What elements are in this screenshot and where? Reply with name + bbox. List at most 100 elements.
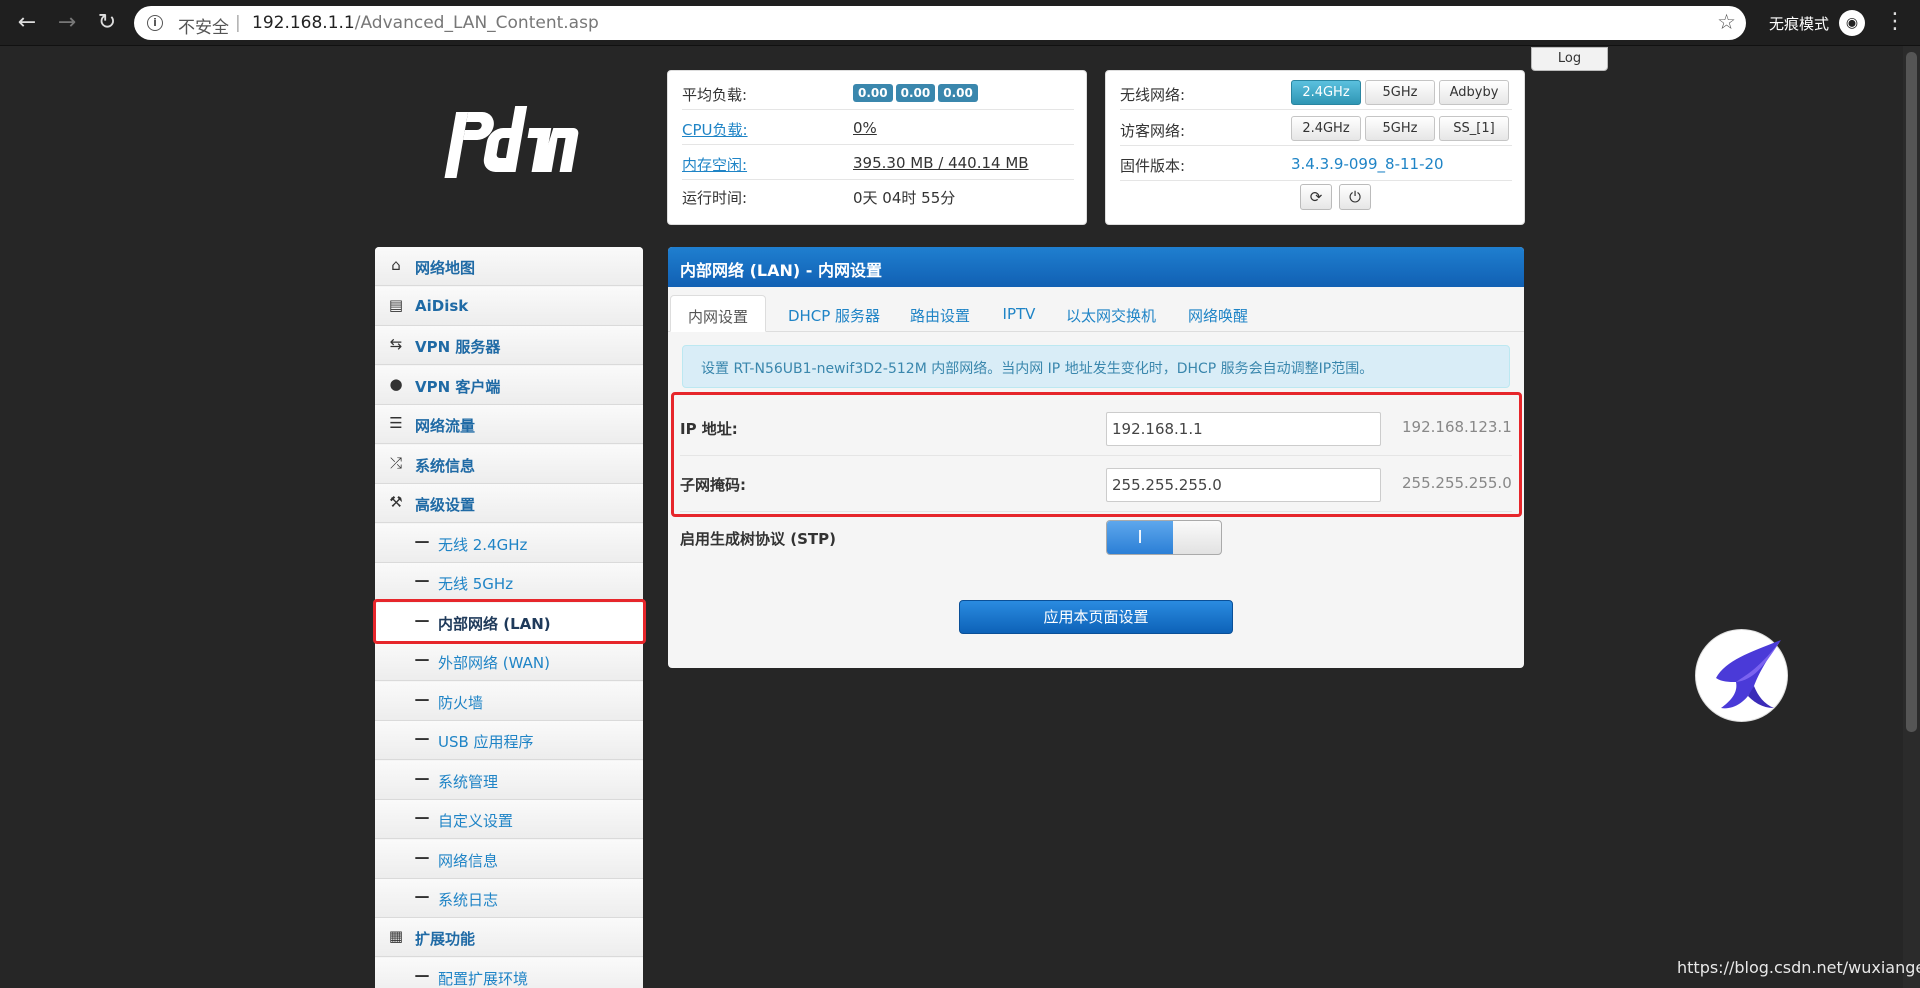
firmware-label: 固件版本:	[1120, 157, 1186, 175]
system-status-panel: 平均负载: 0.00 0.00 0.00 CPU负载: 0% 内存空闲: 395.3…	[667, 70, 1087, 225]
uptime-label: 运行时间:	[682, 189, 748, 207]
firmware-value[interactable]: 3.4.3.9-099_8-11-20	[1291, 155, 1444, 173]
load-badge: 0.00	[938, 84, 978, 102]
th-icon: ▦	[388, 927, 404, 945]
ss-button[interactable]: SS_[1]	[1439, 116, 1509, 141]
sidebar-item-wireless-24[interactable]: — 无线 2.4GHz	[375, 524, 643, 563]
padavan-logo	[444, 106, 579, 178]
sidebar-item-extensions[interactable]: ▦ 扩展功能	[375, 918, 643, 957]
stp-toggle[interactable]: I	[1106, 520, 1222, 555]
minus-icon: —	[414, 769, 430, 787]
ip-input[interactable]	[1106, 412, 1381, 446]
wireless-5ghz-button[interactable]: 5GHz	[1365, 80, 1435, 105]
sidebar-item-vpn-client[interactable]: ● VPN 客户端	[375, 366, 643, 405]
lan-settings-panel: 内部网络 (LAN) - 内网设置 内网设置 DHCP 服务器 路由设置 IPT…	[668, 247, 1524, 668]
incognito-icon[interactable]: ◉	[1839, 10, 1865, 36]
tab-switch[interactable]: 以太网交换机	[1056, 295, 1166, 332]
power-icon[interactable]: ⏻	[1339, 184, 1371, 210]
mask-label: 子网掩码:	[680, 476, 746, 494]
load-badges: 0.00 0.00 0.00	[853, 83, 981, 102]
refresh-icon[interactable]: ⟳	[1300, 184, 1332, 210]
tab-wol[interactable]: 网络唤醒	[1176, 295, 1260, 332]
sidebar-item-wan[interactable]: — 外部网络 (WAN)	[375, 642, 643, 681]
url-host: 192.168.1.1	[252, 13, 355, 33]
tab-iptv[interactable]: IPTV	[994, 295, 1044, 332]
load-badge: 0.00	[895, 84, 936, 102]
forward-arrow-icon[interactable]: →	[52, 8, 82, 38]
adbyby-button[interactable]: Adbyby	[1439, 80, 1509, 105]
load-row: 平均负载: 0.00 0.00 0.00	[682, 75, 1074, 110]
sidebar-item-custom[interactable]: — 自定义设置	[375, 800, 643, 839]
url-path: /Advanced_LAN_Content.asp	[354, 13, 599, 33]
sidebar-item-usb-apps[interactable]: — USB 应用程序	[375, 721, 643, 760]
home-icon: ⌂	[391, 256, 401, 274]
network-status-panel: 无线网络: 2.4GHz 5GHz Adbyby 访客网络: 2.4GHz 5G…	[1105, 70, 1525, 225]
sidebar-item-syslog[interactable]: — 系统日志	[375, 879, 643, 918]
menu-kebab-icon[interactable]: ⋮	[1884, 9, 1906, 34]
wireless-row: 无线网络: 2.4GHz 5GHz Adbyby	[1120, 75, 1512, 110]
sidebar-item-ext-env[interactable]: — 配置扩展环境	[375, 958, 643, 988]
tab-lan[interactable]: 内网设置	[670, 295, 766, 332]
bookmark-star-icon[interactable]: ☆	[1717, 10, 1736, 34]
url-text: 192.168.1.1/Advanced_LAN_Content.asp	[252, 13, 599, 33]
sidebar-item-advanced[interactable]: ⚒ 高级设置	[375, 484, 643, 523]
sidebar-item-vpn-server[interactable]: ⇆ VPN 服务器	[375, 326, 643, 365]
sidebar-item-label: 网络流量	[415, 417, 476, 435]
tasks-icon: ☰	[389, 414, 403, 432]
minus-icon: —	[414, 690, 430, 708]
sidebar-item-label: 高级设置	[415, 496, 476, 514]
page-title: 内部网络 (LAN) - 内网设置	[668, 247, 1524, 287]
random-icon: ⤮	[389, 454, 402, 472]
sidebar-item-label: 无线 5GHz	[438, 575, 514, 593]
log-button[interactable]: Log	[1531, 47, 1608, 71]
reload-icon[interactable]: ↻	[92, 8, 122, 38]
sidebar-item-label: 外部网络 (WAN)	[438, 654, 550, 672]
cpu-link[interactable]: CPU负载:	[682, 119, 748, 140]
minus-icon: —	[414, 729, 430, 747]
sidebar-item-net-info[interactable]: — 网络信息	[375, 840, 643, 879]
wireless-24ghz-button[interactable]: 2.4GHz	[1291, 80, 1361, 105]
sidebar-item-traffic[interactable]: ☰ 网络流量	[375, 405, 643, 444]
minus-icon: —	[414, 532, 430, 550]
scrollbar-thumb[interactable]	[1906, 52, 1917, 732]
sidebar-item-label: 系统管理	[438, 773, 499, 791]
stp-row: 启用生成树协议 (STP) I	[680, 512, 1512, 568]
minus-icon: —	[414, 848, 430, 866]
tab-bar: 内网设置 DHCP 服务器 路由设置 IPTV 以太网交换机 网络唤醒	[668, 287, 1524, 332]
tab-route[interactable]: 路由设置	[900, 295, 980, 332]
guest-row: 访客网络: 2.4GHz 5GHz SS_[1]	[1120, 111, 1512, 146]
sidebar-item-admin[interactable]: — 系统管理	[375, 761, 643, 800]
sidebar-item-system-info[interactable]: ⤮ 系统信息	[375, 445, 643, 484]
sidebar-item-lan[interactable]: — 内部网络 (LAN)	[375, 603, 643, 642]
hdd-icon: ▤	[388, 296, 404, 314]
mask-input[interactable]	[1106, 468, 1381, 502]
sidebar-item-label: 扩展功能	[415, 930, 476, 948]
tab-dhcp[interactable]: DHCP 服务器	[778, 295, 890, 332]
sidebar-item-label: VPN 客户端	[415, 378, 501, 396]
sidebar-item-firewall[interactable]: — 防火墙	[375, 682, 643, 721]
address-bar[interactable]: i 不安全 | 192.168.1.1/Advanced_LAN_Content…	[134, 6, 1746, 40]
apply-button[interactable]: 应用本页面设置	[959, 600, 1233, 634]
sidebar-item-label: VPN 服务器	[415, 338, 501, 356]
sidebar-item-label: USB 应用程序	[438, 733, 534, 751]
info-icon[interactable]: i	[147, 15, 163, 31]
minus-icon: —	[414, 571, 430, 589]
sidebar-item-label: AiDisk	[415, 297, 469, 315]
stp-label: 启用生成树协议 (STP)	[680, 530, 836, 548]
back-arrow-icon[interactable]: ←	[12, 8, 42, 38]
globe-icon: ●	[389, 375, 403, 393]
guest-5ghz-button[interactable]: 5GHz	[1365, 116, 1435, 141]
ip-label: IP 地址:	[680, 420, 738, 438]
floating-bird-widget[interactable]	[1695, 629, 1788, 722]
memory-link[interactable]: 内存空闲:	[682, 154, 747, 175]
sidebar-item-aidisk[interactable]: ▤ AiDisk	[375, 287, 643, 326]
guest-24ghz-button[interactable]: 2.4GHz	[1291, 116, 1361, 141]
minus-icon: —	[414, 966, 430, 984]
info-alert: 设置 RT-N56UB1-newif3D2-512M 内部网络。当内网 IP 地…	[682, 345, 1510, 388]
memory-value: 395.30 MB / 440.14 MB	[853, 154, 1029, 172]
load-badge: 0.00	[853, 84, 893, 102]
sidebar-item-wireless-5[interactable]: — 无线 5GHz	[375, 563, 643, 602]
address-separator: |	[235, 13, 241, 33]
sidebar-item-network-map[interactable]: ⌂ 网络地图	[375, 247, 643, 286]
uptime-value: 0天 04时 55分	[853, 189, 956, 207]
